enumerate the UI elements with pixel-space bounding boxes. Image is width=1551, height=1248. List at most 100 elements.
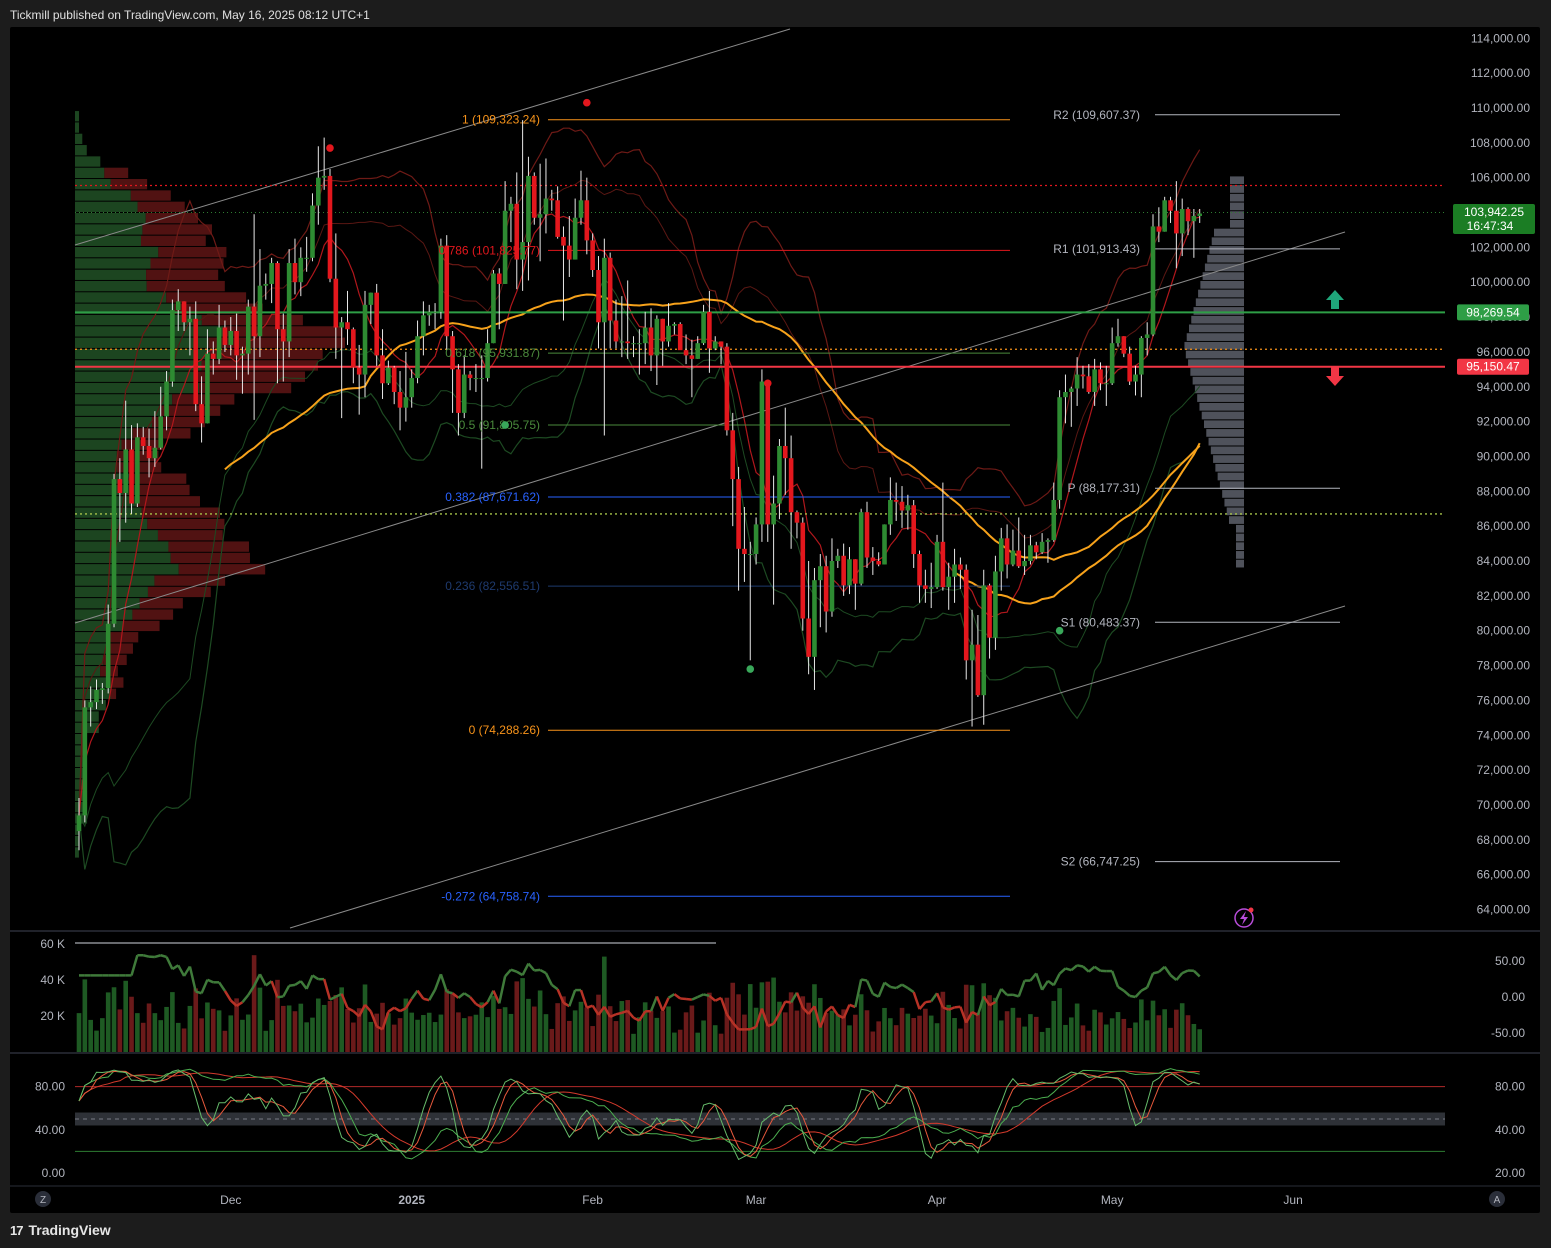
cvd-line-segment bbox=[703, 993, 710, 998]
arrow-down-icon bbox=[1326, 367, 1344, 386]
cvd-line-segment bbox=[895, 983, 903, 990]
candle-body bbox=[701, 311, 706, 344]
candle-body bbox=[695, 343, 701, 359]
volume-bar bbox=[1179, 1003, 1185, 1052]
candle-body bbox=[1179, 209, 1185, 234]
right-profile-bar bbox=[1190, 368, 1244, 376]
candle-body bbox=[607, 257, 613, 321]
arrow-up-icon bbox=[1326, 290, 1344, 309]
volume-bar bbox=[1028, 1014, 1033, 1052]
candle-body bbox=[677, 324, 683, 351]
candle-body bbox=[187, 318, 193, 323]
cvd-line-segment bbox=[1152, 970, 1160, 975]
candle-body bbox=[345, 322, 350, 330]
profile-bar-down bbox=[209, 348, 323, 360]
cvd-line-segment bbox=[457, 992, 466, 999]
price-tick: 108,000.00 bbox=[1470, 136, 1530, 150]
cvd-line-segment bbox=[469, 996, 477, 1005]
profile-bar-up bbox=[75, 235, 141, 246]
candle-body bbox=[415, 336, 420, 379]
profile-bar-up bbox=[75, 122, 80, 133]
right-profile-bar bbox=[1198, 289, 1244, 298]
volume-bar bbox=[631, 1033, 636, 1052]
price-tick: 64,000.00 bbox=[1477, 903, 1531, 917]
profile-bar-up bbox=[75, 224, 143, 235]
cvd-line-segment bbox=[510, 968, 518, 973]
profile-bar-down bbox=[109, 643, 133, 654]
profile-bar-down bbox=[158, 246, 227, 258]
volume-bar bbox=[193, 988, 199, 1052]
chart-canvas[interactable]: 60 K 40 K 20 K 50.00 0.00 -50.00 80.00 40.00 0.… bbox=[10, 27, 1540, 1213]
profile-bar-down bbox=[139, 598, 183, 609]
candle-body bbox=[286, 263, 292, 342]
candle-body bbox=[362, 304, 368, 375]
right-profile-bar bbox=[1207, 254, 1244, 263]
volume-bar bbox=[596, 994, 601, 1052]
candle-body bbox=[998, 538, 1004, 572]
candle-body bbox=[170, 310, 175, 382]
chart-panel[interactable]: 60 K 40 K 20 K 50.00 0.00 -50.00 80.00 40.00 0.… bbox=[10, 27, 1540, 1213]
volume-bar bbox=[298, 1003, 304, 1052]
candle-body bbox=[648, 327, 654, 356]
volume-bar bbox=[181, 1028, 187, 1052]
profile-bar-up bbox=[75, 552, 171, 564]
price-tick: 72,000.00 bbox=[1477, 763, 1531, 777]
volume-bar bbox=[1185, 1015, 1191, 1052]
candle-body bbox=[380, 355, 385, 384]
candle-body bbox=[152, 447, 158, 459]
candle-body bbox=[1010, 550, 1016, 565]
price-tick: 102,000.00 bbox=[1470, 240, 1530, 254]
volume-bar bbox=[502, 1007, 508, 1052]
osc-tick-right: 20.00 bbox=[1495, 1166, 1525, 1180]
profile-bar-up bbox=[75, 767, 84, 779]
candle-body bbox=[1033, 545, 1039, 553]
volume-bar bbox=[216, 1010, 222, 1052]
cvd-line-segment bbox=[1093, 965, 1102, 972]
cvd-line-segment bbox=[1117, 985, 1125, 992]
candle-body bbox=[263, 283, 269, 286]
volume-bar bbox=[310, 1017, 315, 1052]
cvd-line-segment bbox=[1052, 973, 1061, 986]
candle-body bbox=[205, 353, 210, 424]
profile-bar-down bbox=[132, 609, 174, 620]
tradingview-logo[interactable]: 17 TradingView bbox=[10, 1222, 111, 1238]
candle-body bbox=[467, 374, 473, 379]
profile-bar-down bbox=[140, 235, 206, 246]
volume-bar bbox=[1098, 1012, 1103, 1052]
candle-body bbox=[952, 564, 957, 577]
right-profile-bar bbox=[1185, 350, 1244, 359]
candle-body bbox=[718, 341, 724, 347]
candle-body bbox=[549, 198, 555, 201]
profile-bar-down bbox=[154, 575, 226, 586]
pivot-label: R1 (101,913.43) bbox=[1053, 242, 1140, 256]
cvd-line-segment bbox=[165, 956, 174, 970]
profile-bar-down bbox=[133, 473, 187, 484]
cvd-line-segment bbox=[673, 993, 681, 1000]
profile-bar-down bbox=[104, 167, 129, 179]
volume-bar bbox=[835, 1014, 841, 1052]
cvd-line-segment bbox=[883, 981, 892, 988]
candle-body bbox=[391, 367, 397, 392]
volume-bar bbox=[1133, 1022, 1138, 1052]
candle-body bbox=[712, 341, 718, 349]
candle-body bbox=[245, 306, 251, 354]
cvd-line-segment bbox=[258, 973, 267, 987]
volume-bar bbox=[520, 978, 525, 1052]
volume-bar bbox=[666, 1006, 671, 1052]
cvd-line-segment bbox=[1192, 969, 1201, 978]
volume-bar bbox=[327, 1001, 333, 1052]
volume-bar bbox=[742, 1014, 747, 1052]
right-profile-bar bbox=[1209, 246, 1244, 254]
cvd-line-segment bbox=[912, 991, 921, 1010]
volume-bar bbox=[123, 980, 128, 1052]
candle-body bbox=[100, 688, 105, 690]
profile-bar-down bbox=[172, 394, 235, 405]
volume-bar bbox=[876, 1021, 881, 1052]
candle-body bbox=[689, 355, 695, 359]
volume-bar bbox=[771, 977, 776, 1052]
volume-bar bbox=[1074, 1003, 1080, 1052]
candle-body bbox=[742, 548, 747, 555]
profile-bar-up bbox=[75, 428, 133, 439]
cvd-line-segment bbox=[1082, 965, 1090, 973]
volume-bar bbox=[491, 995, 496, 1052]
